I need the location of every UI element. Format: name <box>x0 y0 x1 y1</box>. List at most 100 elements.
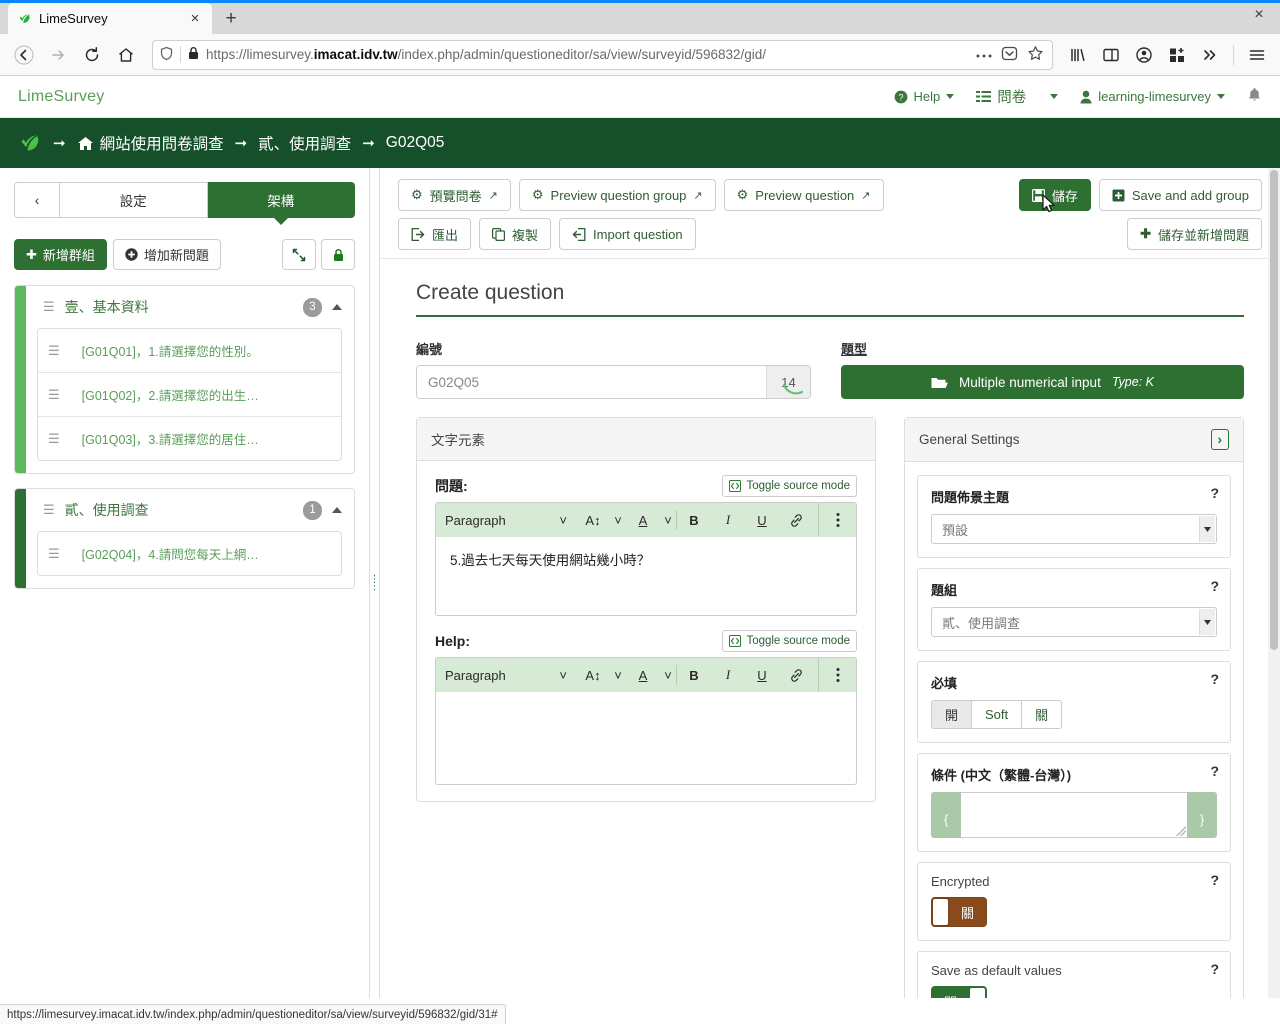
account-icon[interactable] <box>1129 40 1159 70</box>
group-header[interactable]: ☰ 貳、使用調查 1 <box>15 489 354 531</box>
paragraph-format-dropdown[interactable]: Paragraph ˅ <box>436 668 576 683</box>
bookmark-star-icon[interactable] <box>1027 45 1044 65</box>
url-bar[interactable]: https://limesurvey.imacat.idv.tw/index.p… <box>152 39 1053 70</box>
editor-more-options-icon[interactable] <box>818 503 856 537</box>
mandatory-option-off[interactable]: 關 <box>1022 700 1063 729</box>
underline-icon[interactable]: U <box>745 513 779 528</box>
hamburger-menu-icon[interactable] <box>1242 40 1272 70</box>
mandatory-option-on[interactable]: 開 <box>931 700 973 729</box>
chevron-up-icon[interactable] <box>332 507 342 513</box>
add-question-button[interactable]: 增加新問題 <box>112 239 221 270</box>
chevron-down-icon[interactable]: ˅ <box>660 513 676 528</box>
question-theme-select[interactable]: 預設 <box>931 514 1217 544</box>
drag-grip-icon[interactable]: ⋮ ⋮ <box>370 574 380 592</box>
chevron-right-icon[interactable]: › <box>1210 429 1229 450</box>
page-actions-icon[interactable] <box>976 47 992 62</box>
sidebar-splitter[interactable]: ⋮ ⋮ <box>370 168 380 998</box>
chevron-down-icon[interactable]: ˅ <box>610 668 626 683</box>
help-marker[interactable]: ? <box>1210 578 1219 594</box>
browser-tab[interactable]: LimeSurvey × <box>8 3 212 34</box>
condition-textarea[interactable] <box>961 792 1187 838</box>
limesurvey-logo-icon[interactable] <box>16 130 42 156</box>
save-default-values-toggle[interactable]: 開 <box>931 986 987 998</box>
preview-survey-button[interactable]: ⚙ 預覽問卷 ↗︎ <box>398 179 511 211</box>
forward-button[interactable] <box>42 39 74 71</box>
breadcrumb-item-group[interactable]: 貳、使用調查 <box>258 132 351 154</box>
page-scrollbar[interactable] <box>1268 168 1280 998</box>
new-tab-button[interactable]: + <box>216 4 246 34</box>
font-color-icon[interactable]: A <box>626 668 660 683</box>
surveys-menu[interactable]: 問卷 <box>976 86 1059 107</box>
help-rich-text-editor[interactable]: Paragraph ˅ A↕ ˅ A ˅ B I U <box>435 657 857 785</box>
drag-handle-icon[interactable]: ☰ <box>48 547 60 560</box>
toggle-source-mode-button-help[interactable]: Toggle source mode <box>722 630 857 652</box>
font-size-icon[interactable]: A↕ <box>576 513 610 528</box>
chevron-up-icon[interactable] <box>332 304 342 310</box>
question-text-content[interactable]: 5.過去七天每天使用網站幾小時？ <box>436 537 856 615</box>
preview-question-group-button[interactable]: ⚙ Preview question group ↗︎ <box>518 179 716 211</box>
back-button[interactable] <box>8 39 40 71</box>
tab-settings[interactable]: 設定 <box>60 182 208 218</box>
save-and-add-group-button[interactable]: Save and add group <box>1098 179 1262 211</box>
chevron-down-icon[interactable]: ˅ <box>660 668 676 683</box>
home-button[interactable] <box>110 39 142 71</box>
drag-handle-icon[interactable]: ☰ <box>48 432 60 445</box>
export-button[interactable]: 匯出 <box>398 218 472 250</box>
italic-icon[interactable]: I <box>711 512 745 528</box>
resize-handle-icon[interactable] <box>1176 826 1186 836</box>
notifications-bell-icon[interactable] <box>1247 87 1262 106</box>
help-marker[interactable]: ? <box>1210 763 1219 779</box>
italic-icon[interactable]: I <box>711 667 745 683</box>
import-question-button[interactable]: Import question <box>559 218 696 250</box>
list-item[interactable]: ☰ [G01Q03]，3.請選擇您的居住… <box>38 417 341 460</box>
drag-handle-icon[interactable]: ☰ <box>48 344 60 357</box>
encrypted-toggle[interactable]: 關 <box>931 897 987 927</box>
collapse-all-icon[interactable] <box>282 239 316 270</box>
link-icon[interactable] <box>779 513 813 528</box>
help-marker[interactable]: ? <box>1210 485 1219 501</box>
question-rich-text-editor[interactable]: Paragraph ˅ A↕ ˅ A ˅ B I U 5.過去七天每天使用網站幾… <box>435 502 857 616</box>
underline-icon[interactable]: U <box>745 668 779 683</box>
font-color-icon[interactable]: A <box>626 513 660 528</box>
shield-icon[interactable] <box>159 46 174 64</box>
user-menu[interactable]: learning-limesurvey <box>1080 89 1225 104</box>
drag-handle-icon[interactable]: ☰ <box>48 388 60 401</box>
list-item[interactable]: ☰ [G01Q02]，2.請選擇您的出生… <box>38 373 341 417</box>
drag-handle-icon[interactable]: ☰ <box>43 503 55 516</box>
help-marker[interactable]: ? <box>1210 872 1219 888</box>
editor-more-options-icon[interactable] <box>818 658 856 692</box>
help-marker[interactable]: ? <box>1210 961 1219 977</box>
list-item[interactable]: ☰ [G02Q04]，4.請問您每天上網… <box>38 532 341 575</box>
chevron-down-icon[interactable]: ˅ <box>610 513 626 528</box>
link-icon[interactable] <box>779 668 813 683</box>
pocket-icon[interactable] <box>1001 45 1018 65</box>
help-marker[interactable]: ? <box>1210 671 1219 687</box>
copy-button[interactable]: 複製 <box>479 218 552 250</box>
preview-question-button[interactable]: ⚙ Preview question ↗︎ <box>723 179 884 211</box>
font-size-icon[interactable]: A↕ <box>576 668 610 683</box>
lock-icon[interactable] <box>187 46 200 63</box>
toggle-source-mode-button-question[interactable]: Toggle source mode <box>722 475 857 497</box>
overflow-icon[interactable] <box>1195 40 1225 70</box>
window-close-button[interactable]: × <box>1244 0 1274 30</box>
tab-structure[interactable]: 架構 <box>207 182 355 218</box>
group-header[interactable]: ☰ 壹、基本資料 3 <box>15 286 354 328</box>
lock-icon[interactable] <box>321 239 355 270</box>
save-button[interactable]: 儲存 <box>1018 179 1091 213</box>
library-icon[interactable] <box>1063 40 1093 70</box>
help-menu[interactable]: ? Help <box>894 89 955 104</box>
question-type-selector[interactable]: Multiple numerical input Type: K <box>841 365 1244 399</box>
scrollbar-thumb[interactable] <box>1270 170 1278 650</box>
extensions-icon[interactable] <box>1162 40 1192 70</box>
url-text[interactable]: https://limesurvey.imacat.idv.tw/index.p… <box>206 47 970 62</box>
sidebar-collapse-button[interactable]: ‹ <box>14 182 60 218</box>
drag-handle-icon[interactable]: ☰ <box>43 300 55 313</box>
bold-icon[interactable]: B <box>677 513 711 528</box>
breadcrumb-item-survey[interactable]: 網站使用問卷調查 <box>77 132 224 154</box>
help-text-content[interactable] <box>436 692 856 784</box>
tab-close-icon[interactable]: × <box>186 10 204 28</box>
paragraph-format-dropdown[interactable]: Paragraph ˅ <box>436 513 576 528</box>
add-group-button[interactable]: ✚ 新增群組 <box>14 239 107 270</box>
mandatory-option-soft[interactable]: Soft <box>972 700 1023 729</box>
list-item[interactable]: ☰ [G01Q01]，1.請選擇您的性別。 <box>38 329 341 373</box>
